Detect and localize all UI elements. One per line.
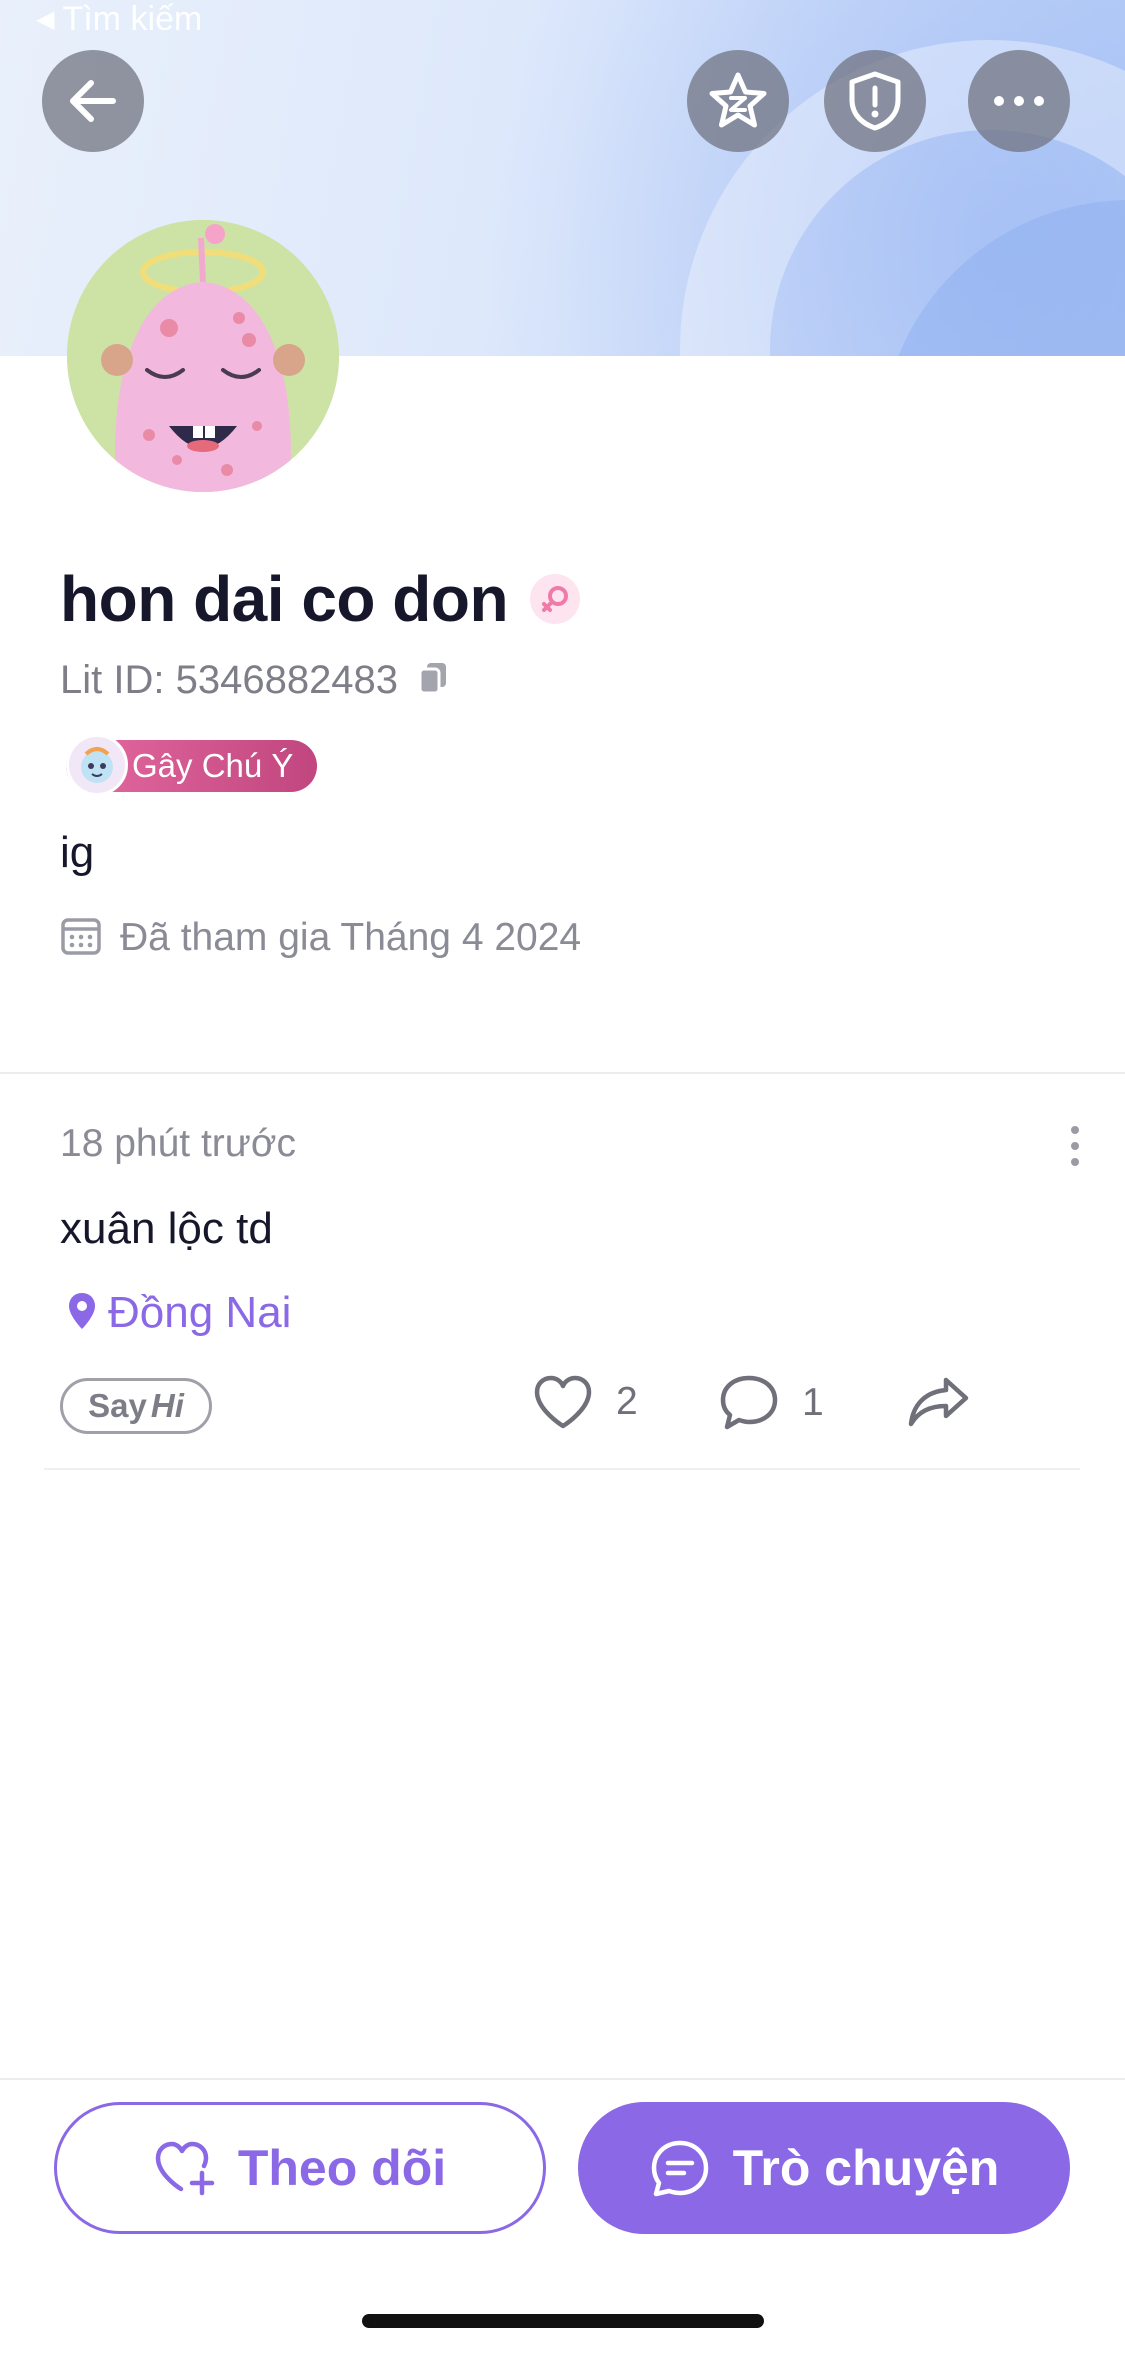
post-text: xuân lộc td bbox=[60, 1204, 273, 1253]
say-hi-label-b: Hi bbox=[150, 1387, 184, 1424]
section-divider bbox=[0, 1072, 1125, 1074]
comment-count: 1 bbox=[802, 1381, 824, 1424]
status-back-label: Tìm kiếm bbox=[62, 0, 203, 38]
status-badge-label: Gây Chú Ý bbox=[132, 747, 294, 784]
profile-name: hon dai co don bbox=[60, 563, 509, 635]
say-hi-button[interactable]: Say Hi bbox=[60, 1378, 212, 1434]
like-count: 2 bbox=[616, 1380, 638, 1423]
chat-button[interactable]: Trò chuyện bbox=[578, 2102, 1070, 2234]
star-icon bbox=[709, 72, 767, 128]
shield-icon bbox=[849, 71, 901, 131]
chat-button-label: Trò chuyện bbox=[732, 2140, 1000, 2196]
bottom-bar-divider bbox=[0, 2078, 1125, 2080]
status-badge[interactable]: Gây Chú Ý bbox=[66, 734, 318, 796]
say-hi-label-a: Say bbox=[88, 1387, 147, 1424]
lit-id-row: Lit ID: 5346882483 bbox=[60, 658, 448, 703]
joined-date-row: Đã tham gia Tháng 4 2024 bbox=[60, 914, 581, 961]
report-button[interactable] bbox=[824, 50, 926, 152]
home-indicator[interactable] bbox=[362, 2314, 764, 2328]
post-timestamp: 18 phút trước bbox=[60, 1122, 296, 1165]
avatar[interactable] bbox=[67, 220, 339, 492]
copy-icon[interactable] bbox=[418, 661, 448, 700]
lit-id: Lit ID: 5346882483 bbox=[60, 658, 399, 702]
follow-button[interactable]: Theo dõi bbox=[54, 2102, 546, 2234]
post-location[interactable]: Đồng Nai bbox=[66, 1288, 291, 1338]
post-divider bbox=[44, 1468, 1080, 1470]
heart-icon bbox=[534, 1375, 592, 1429]
back-triangle-icon: ◀ bbox=[36, 6, 55, 33]
heart-plus-icon bbox=[155, 2141, 215, 2196]
location-label: Đồng Nai bbox=[108, 1288, 292, 1337]
profile-bio: ig bbox=[60, 828, 95, 877]
status-bar-back-link[interactable]: ◀ Tìm kiếm bbox=[36, 0, 202, 39]
follow-button-label: Theo dõi bbox=[237, 2140, 447, 2196]
back-button[interactable] bbox=[42, 50, 144, 152]
chat-icon bbox=[651, 2140, 708, 2197]
comment-icon bbox=[720, 1375, 778, 1430]
joined-date: Đã tham gia Tháng 4 2024 bbox=[120, 915, 582, 959]
favorite-button[interactable] bbox=[687, 50, 789, 152]
share-icon bbox=[908, 1377, 969, 1427]
more-options-button[interactable] bbox=[968, 50, 1070, 152]
female-icon bbox=[530, 574, 581, 624]
calendar-icon bbox=[60, 914, 102, 961]
profile-name-row: hon dai co don bbox=[60, 562, 581, 636]
location-pin-icon bbox=[66, 1291, 98, 1336]
more-icon bbox=[994, 96, 1044, 106]
badge-avatar-icon bbox=[66, 734, 128, 796]
like-button[interactable]: 2 bbox=[532, 1374, 638, 1430]
post-more-icon[interactable] bbox=[1060, 1126, 1090, 1166]
comment-button[interactable]: 1 bbox=[718, 1374, 824, 1432]
back-arrow-icon bbox=[70, 80, 116, 122]
share-button[interactable] bbox=[906, 1374, 972, 1430]
monster-avatar-image bbox=[67, 220, 339, 492]
